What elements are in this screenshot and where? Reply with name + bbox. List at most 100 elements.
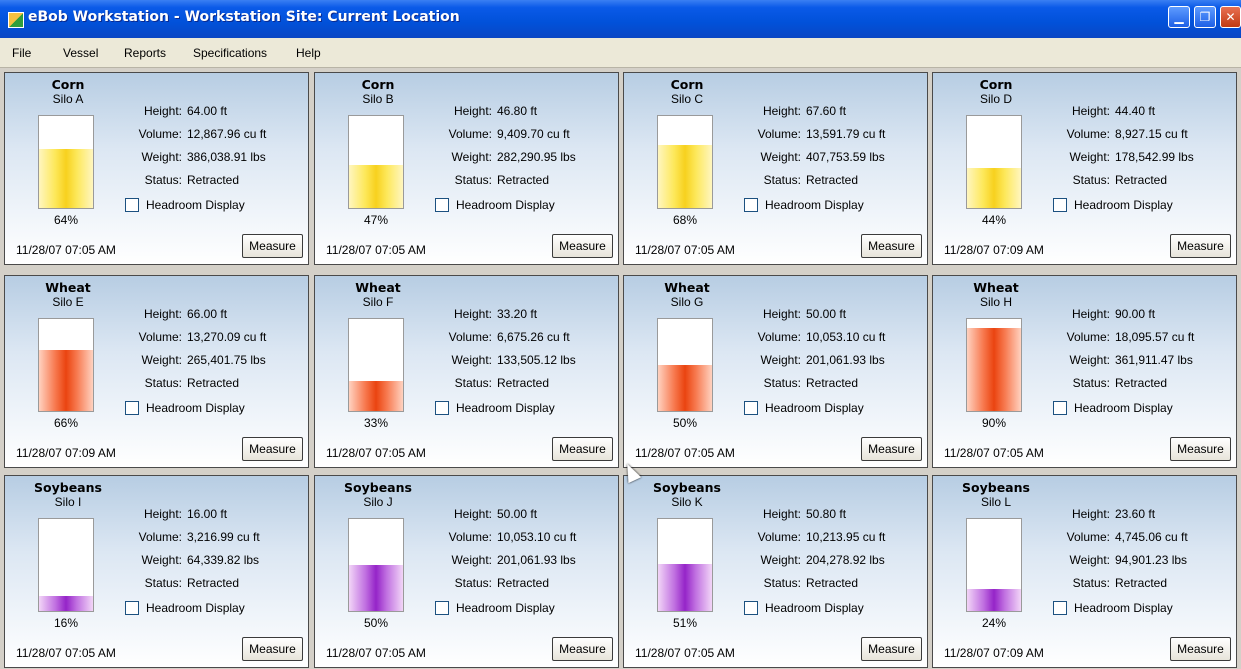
headroom-checkbox[interactable] bbox=[125, 401, 139, 415]
menu-vessel[interactable]: Vessel bbox=[63, 46, 98, 60]
volume-label: Volume: bbox=[448, 127, 492, 141]
measure-button[interactable]: Measure bbox=[861, 637, 922, 661]
minimize-icon: ▁ bbox=[1174, 10, 1184, 24]
crop-name: Corn bbox=[51, 77, 85, 92]
silo-name: Silo J bbox=[363, 495, 393, 509]
headroom-label[interactable]: Headroom Display bbox=[1074, 198, 1173, 212]
headroom-label[interactable]: Headroom Display bbox=[765, 198, 864, 212]
measure-button[interactable]: Measure bbox=[552, 437, 613, 461]
status-label: Status: bbox=[1072, 576, 1110, 590]
close-button[interactable]: ✕ bbox=[1220, 6, 1241, 28]
headroom-checkbox[interactable] bbox=[1053, 401, 1067, 415]
headroom-checkbox[interactable] bbox=[744, 401, 758, 415]
measure-button[interactable]: Measure bbox=[1170, 234, 1231, 258]
height-value: 66.00 ft bbox=[187, 307, 228, 321]
timestamp: 11/28/07 07:05 AM bbox=[326, 446, 426, 460]
fill-percent: 64% bbox=[53, 213, 79, 227]
headroom-checkbox[interactable] bbox=[125, 601, 139, 615]
silo-panel: Soybeans Silo K 51% Height: 50.80 ft Volume: 1… bbox=[623, 475, 928, 668]
restore-button[interactable]: ❐ bbox=[1194, 6, 1216, 28]
headroom-label[interactable]: Headroom Display bbox=[765, 401, 864, 415]
measure-button[interactable]: Measure bbox=[552, 637, 613, 661]
menu-specifications[interactable]: Specifications bbox=[193, 46, 267, 60]
silo-name: Silo K bbox=[671, 495, 703, 509]
height-label: Height: bbox=[1071, 104, 1110, 118]
headroom-label[interactable]: Headroom Display bbox=[456, 198, 555, 212]
headroom-label[interactable]: Headroom Display bbox=[146, 601, 245, 615]
height-value: 64.00 ft bbox=[187, 104, 228, 118]
silo-level-fill bbox=[349, 565, 403, 611]
headroom-label[interactable]: Headroom Display bbox=[1074, 401, 1173, 415]
volume-label: Volume: bbox=[448, 530, 492, 544]
headroom-label[interactable]: Headroom Display bbox=[1074, 601, 1173, 615]
status-label: Status: bbox=[763, 173, 801, 187]
measure-button[interactable]: Measure bbox=[242, 234, 303, 258]
silo-name: Silo D bbox=[979, 92, 1012, 106]
silo-level-fill bbox=[967, 167, 1021, 208]
timestamp: 11/28/07 07:05 AM bbox=[635, 243, 735, 257]
menu-file[interactable]: File bbox=[12, 46, 31, 60]
height-value: 50.00 ft bbox=[497, 507, 538, 521]
menu-help[interactable]: Help bbox=[296, 46, 321, 60]
headroom-checkbox[interactable] bbox=[1053, 198, 1067, 212]
headroom-checkbox[interactable] bbox=[435, 601, 449, 615]
headroom-label[interactable]: Headroom Display bbox=[456, 401, 555, 415]
height-label: Height: bbox=[143, 307, 182, 321]
weight-label: Weight: bbox=[1069, 553, 1110, 567]
timestamp: 11/28/07 07:05 AM bbox=[16, 646, 116, 660]
fill-percent: 47% bbox=[363, 213, 389, 227]
weight-value: 94,901.23 lbs bbox=[1115, 553, 1188, 567]
headroom-checkbox[interactable] bbox=[1053, 601, 1067, 615]
measure-button[interactable]: Measure bbox=[552, 234, 613, 258]
silo-name: Silo B bbox=[362, 92, 394, 106]
weight-value: 201,061.93 lbs bbox=[806, 353, 885, 367]
minimize-button[interactable]: ▁ bbox=[1168, 6, 1190, 28]
fill-percent: 66% bbox=[53, 416, 79, 430]
height-value: 33.20 ft bbox=[497, 307, 538, 321]
silo-panel: Wheat Silo E 66% Height: 66.00 ft Volume: 13,2… bbox=[4, 275, 309, 468]
status-value: Retracted bbox=[187, 376, 240, 390]
crop-name: Corn bbox=[670, 77, 704, 92]
title-bar: eBob Workstation - Workstation Site: Cur… bbox=[0, 0, 1241, 38]
crop-name: Soybeans bbox=[653, 480, 721, 495]
volume-label: Volume: bbox=[1066, 530, 1110, 544]
weight-label: Weight: bbox=[141, 553, 182, 567]
silo-panel: Corn Silo D 44% Height: 44.40 ft Volume: 8,927… bbox=[932, 72, 1237, 265]
measure-button[interactable]: Measure bbox=[861, 437, 922, 461]
silo-level-fill bbox=[658, 145, 712, 208]
weight-label: Weight: bbox=[760, 553, 801, 567]
menu-bar: File Vessel Reports Specifications Help bbox=[0, 38, 1241, 68]
volume-value: 3,216.99 cu ft bbox=[187, 530, 260, 544]
measure-button[interactable]: Measure bbox=[242, 437, 303, 461]
window-title: eBob Workstation - Workstation Site: Cur… bbox=[28, 9, 460, 25]
silo-level-fill bbox=[39, 149, 93, 208]
weight-label: Weight: bbox=[1069, 150, 1110, 164]
silo-panel: Soybeans Silo I 16% Height: 16.00 ft Volume: 3… bbox=[4, 475, 309, 668]
volume-value: 4,745.06 cu ft bbox=[1115, 530, 1188, 544]
weight-value: 133,505.12 lbs bbox=[497, 353, 576, 367]
headroom-checkbox[interactable] bbox=[744, 601, 758, 615]
volume-label: Volume: bbox=[138, 330, 182, 344]
silo-name: Silo H bbox=[979, 295, 1012, 309]
headroom-label[interactable]: Headroom Display bbox=[456, 601, 555, 615]
headroom-label[interactable]: Headroom Display bbox=[146, 198, 245, 212]
measure-button[interactable]: Measure bbox=[242, 637, 303, 661]
headroom-checkbox[interactable] bbox=[125, 198, 139, 212]
headroom-label[interactable]: Headroom Display bbox=[765, 601, 864, 615]
weight-value: 407,753.59 lbs bbox=[806, 150, 885, 164]
headroom-checkbox[interactable] bbox=[744, 198, 758, 212]
measure-button[interactable]: Measure bbox=[1170, 437, 1231, 461]
volume-value: 13,270.09 cu ft bbox=[187, 330, 267, 344]
silo-panel: Soybeans Silo L 24% Height: 23.60 ft Volume: 4… bbox=[932, 475, 1237, 668]
weight-label: Weight: bbox=[1069, 353, 1110, 367]
timestamp: 11/28/07 07:09 AM bbox=[944, 243, 1044, 257]
headroom-checkbox[interactable] bbox=[435, 401, 449, 415]
menu-reports[interactable]: Reports bbox=[124, 46, 166, 60]
height-label: Height: bbox=[1071, 507, 1110, 521]
app-icon[interactable] bbox=[8, 12, 24, 28]
measure-button[interactable]: Measure bbox=[861, 234, 922, 258]
status-label: Status: bbox=[1072, 376, 1110, 390]
measure-button[interactable]: Measure bbox=[1170, 637, 1231, 661]
headroom-checkbox[interactable] bbox=[435, 198, 449, 212]
headroom-label[interactable]: Headroom Display bbox=[146, 401, 245, 415]
